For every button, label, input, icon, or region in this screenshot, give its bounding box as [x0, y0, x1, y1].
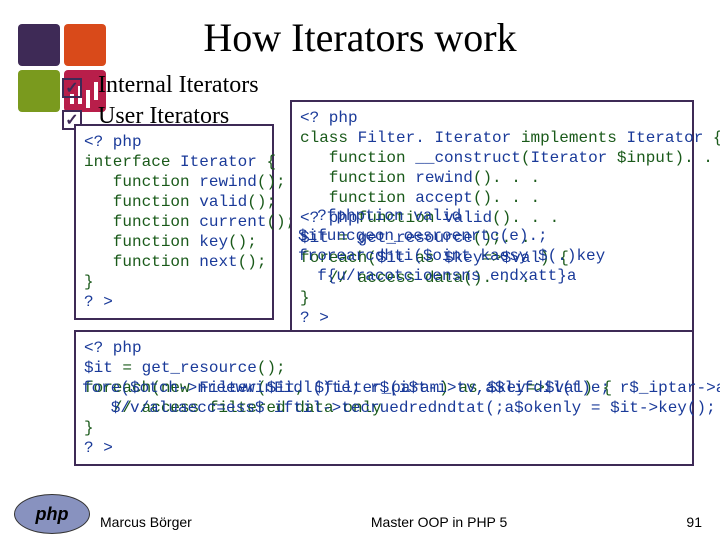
code-usage: <? php $it = get_resource(); foreach(new…: [74, 330, 694, 466]
code-iterator-interface: <? php interface Iterator { function rew…: [74, 124, 274, 320]
code-filter-iterator: <? php class Filter. Iterator implements…: [290, 100, 694, 336]
footer: Marcus Börger Master OOP in PHP 5 91: [0, 514, 720, 530]
slide-title: How Iterators work: [0, 0, 720, 61]
footer-author: Marcus Börger: [100, 514, 192, 530]
check-icon: ✓: [62, 78, 82, 98]
footer-page: 91: [686, 514, 702, 530]
bullet-1-text: Internal Iterators: [98, 72, 700, 99]
bullet-1: ✓ Internal Iterators: [62, 72, 700, 99]
footer-title: Master OOP in PHP 5: [371, 514, 507, 530]
